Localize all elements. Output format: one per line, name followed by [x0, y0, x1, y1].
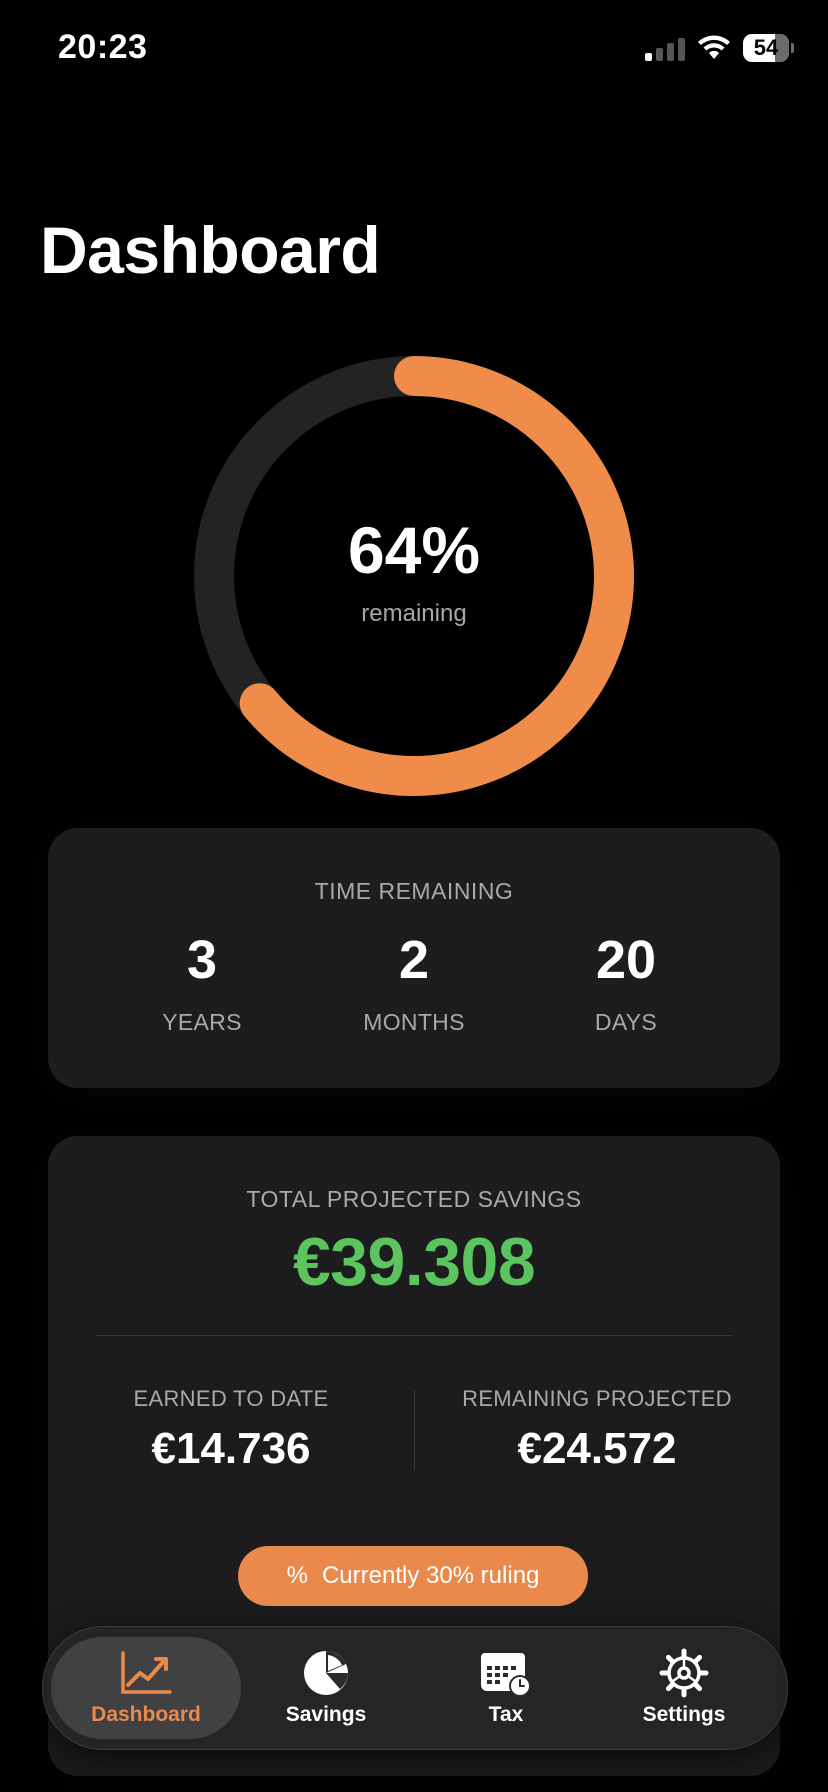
earned-to-date-label: EARNED TO DATE [133, 1386, 329, 1411]
days-remaining: 20 DAYS [556, 933, 696, 1036]
ruling-status-label: Currently 30% ruling [321, 1562, 540, 1589]
progress-ring: 64% remaining [194, 356, 634, 796]
remaining-projected: REMAINING PROJECTED €24.572 [414, 1386, 780, 1474]
percent-remaining: 64% [347, 513, 481, 587]
tab-savings[interactable]: Savings [231, 1637, 421, 1739]
years-unit: YEARS [162, 1009, 242, 1035]
status-bar: 20:23 54 [0, 0, 828, 100]
tab-bar: Dashboard Savings Tax Settings [42, 1626, 788, 1750]
percent-icon: % [286, 1562, 308, 1589]
gear-icon [657, 1648, 711, 1698]
battery-icon: 54 [743, 34, 794, 62]
divider [96, 1335, 732, 1336]
tab-settings[interactable]: Settings [589, 1637, 779, 1739]
months-value: 2 [398, 930, 430, 990]
chart-line-icon [119, 1649, 173, 1697]
tab-tax-label: Tax [488, 1703, 524, 1726]
tab-settings-label: Settings [642, 1703, 726, 1726]
months-remaining: 2 MONTHS [344, 933, 484, 1036]
days-unit: DAYS [594, 1009, 658, 1035]
status-indicators: 54 [645, 34, 794, 62]
wifi-icon [698, 35, 730, 59]
earned-to-date: EARNED TO DATE €14.736 [48, 1386, 414, 1474]
remaining-projected-label: REMAINING PROJECTED [462, 1386, 732, 1411]
tab-tax[interactable]: Tax [411, 1637, 601, 1739]
pie-chart-icon [299, 1649, 353, 1697]
ruling-status-pill[interactable]: % Currently 30% ruling [238, 1546, 588, 1606]
total-projected-savings-value: €39.308 [292, 1224, 536, 1300]
tab-dashboard[interactable]: Dashboard [51, 1637, 241, 1739]
battery-level: 54 [753, 35, 779, 60]
percent-remaining-label: remaining [361, 600, 467, 627]
remaining-projected-value: €24.572 [517, 1424, 677, 1473]
status-time: 20:23 [58, 28, 148, 66]
tab-dashboard-label: Dashboard [91, 1703, 201, 1726]
vertical-divider [414, 1390, 415, 1470]
months-unit: MONTHS [363, 1009, 465, 1035]
tab-savings-label: Savings [285, 1703, 367, 1726]
total-projected-savings-title: TOTAL PROJECTED SAVINGS [246, 1186, 582, 1212]
earned-to-date-value: €14.736 [151, 1424, 311, 1473]
cellular-signal-icon [645, 35, 685, 61]
days-value: 20 [595, 930, 657, 990]
page-title: Dashboard [40, 213, 381, 287]
calendar-clock-icon [479, 1649, 533, 1697]
time-remaining-title: TIME REMAINING [314, 878, 514, 904]
years-remaining: 3 YEARS [132, 933, 272, 1036]
years-value: 3 [186, 930, 218, 990]
time-remaining-card: TIME REMAINING 3 YEARS 2 MONTHS 20 DAYS [48, 828, 780, 1088]
